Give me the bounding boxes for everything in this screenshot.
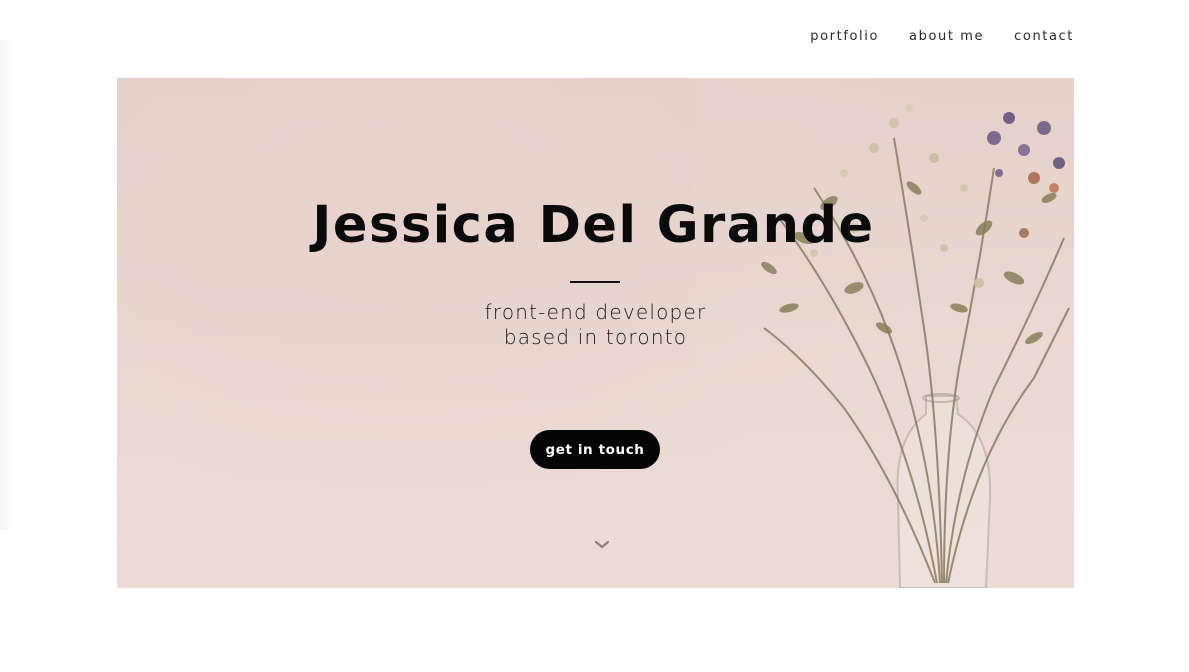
nav-link-contact[interactable]: contact — [1014, 29, 1074, 44]
hero-banner: Jessica Del Grande front-end developer b… — [117, 78, 1074, 588]
nav-link-about-me[interactable]: about me — [909, 29, 984, 44]
nav-link-portfolio[interactable]: portfolio — [810, 29, 879, 44]
title-divider — [570, 281, 620, 283]
chevron-down-icon[interactable] — [594, 540, 610, 550]
hero-title: Jessica Del Grande — [312, 196, 875, 255]
page: portfolio about me contact Jessica Del G… — [0, 0, 1189, 672]
page-edge-shadow — [0, 40, 14, 530]
get-in-touch-button[interactable]: get in touch — [530, 430, 660, 469]
top-nav: portfolio about me contact — [810, 29, 1074, 44]
hero-subtitle-line-2: based in toronto — [503, 325, 688, 349]
hero-subtitle-line-1: front-end developer — [484, 300, 707, 324]
